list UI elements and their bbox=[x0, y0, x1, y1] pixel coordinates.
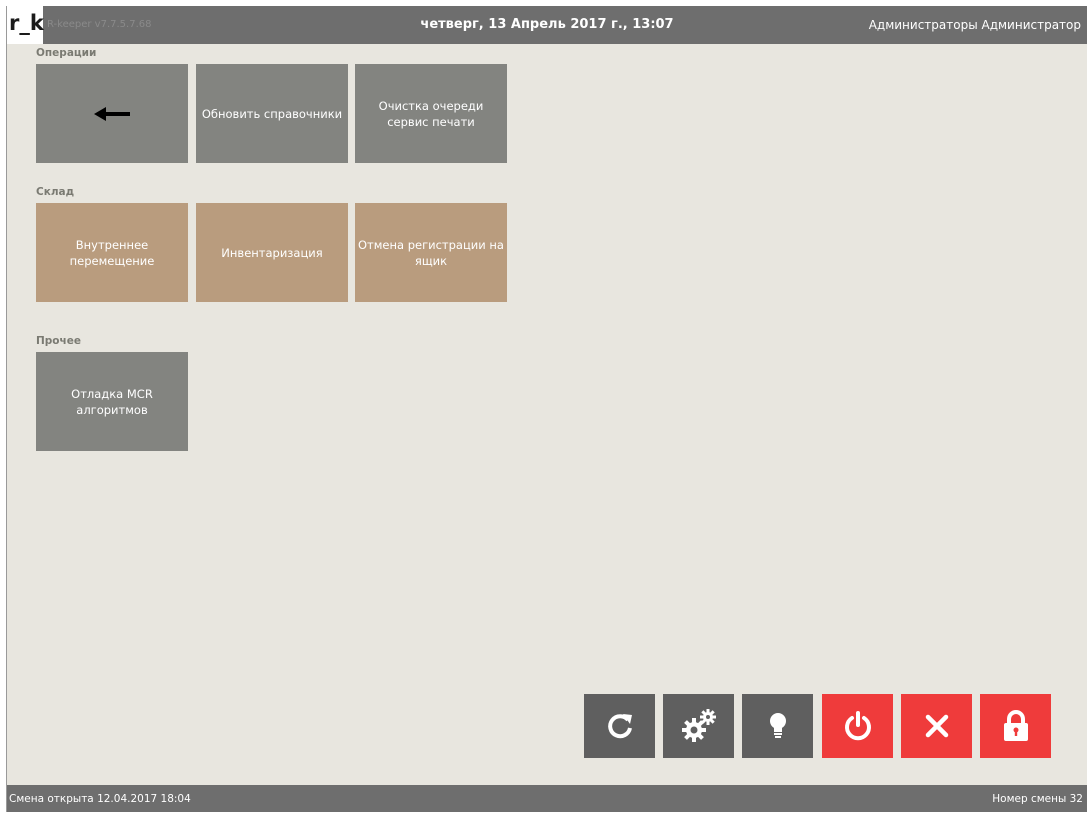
hint-button[interactable] bbox=[742, 694, 813, 758]
section-title-other: Прочее bbox=[36, 335, 81, 347]
lightbulb-icon bbox=[769, 713, 786, 738]
back-button[interactable] bbox=[36, 64, 188, 163]
settings-button[interactable] bbox=[663, 694, 734, 758]
gears-icon bbox=[681, 709, 716, 742]
internal-transfer-button[interactable]: Внутреннее перемещение bbox=[36, 203, 188, 302]
title-bar: r_k R-keeper v7.7.5.7.68 четверг, 13 Апр… bbox=[7, 6, 1087, 44]
app-window: r_k R-keeper v7.7.5.7.68 четверг, 13 Апр… bbox=[6, 6, 1087, 812]
refresh-icon bbox=[607, 714, 632, 739]
lock-icon bbox=[1003, 710, 1028, 741]
status-bar: Смена открыта 12.04.2017 18:04 Номер сме… bbox=[7, 785, 1087, 812]
section-title-warehouse: Склад bbox=[36, 186, 75, 198]
refresh-button[interactable] bbox=[584, 694, 655, 758]
clear-print-queue-button[interactable]: Очистка очереди сервис печати bbox=[355, 64, 507, 163]
shift-opened-status: Смена открыта 12.04.2017 18:04 bbox=[9, 793, 191, 805]
section-title-operations: Операции bbox=[36, 47, 97, 59]
cancel-box-registration-button[interactable]: Отмена регистрации на ящик bbox=[355, 203, 507, 302]
power-button[interactable] bbox=[822, 694, 893, 758]
inventory-button[interactable]: Инвентаризация bbox=[196, 203, 348, 302]
shift-number-status: Номер смены 32 bbox=[992, 793, 1083, 805]
power-icon bbox=[844, 711, 871, 741]
mcr-debug-button[interactable]: Отладка MCR алгоритмов bbox=[36, 352, 188, 451]
lock-button[interactable] bbox=[980, 694, 1051, 758]
current-user: Администраторы Администратор bbox=[868, 18, 1081, 32]
close-button[interactable] bbox=[901, 694, 972, 758]
arrow-left-icon bbox=[94, 106, 130, 121]
refresh-references-button[interactable]: Обновить справочники bbox=[196, 64, 348, 163]
close-icon bbox=[925, 714, 948, 738]
